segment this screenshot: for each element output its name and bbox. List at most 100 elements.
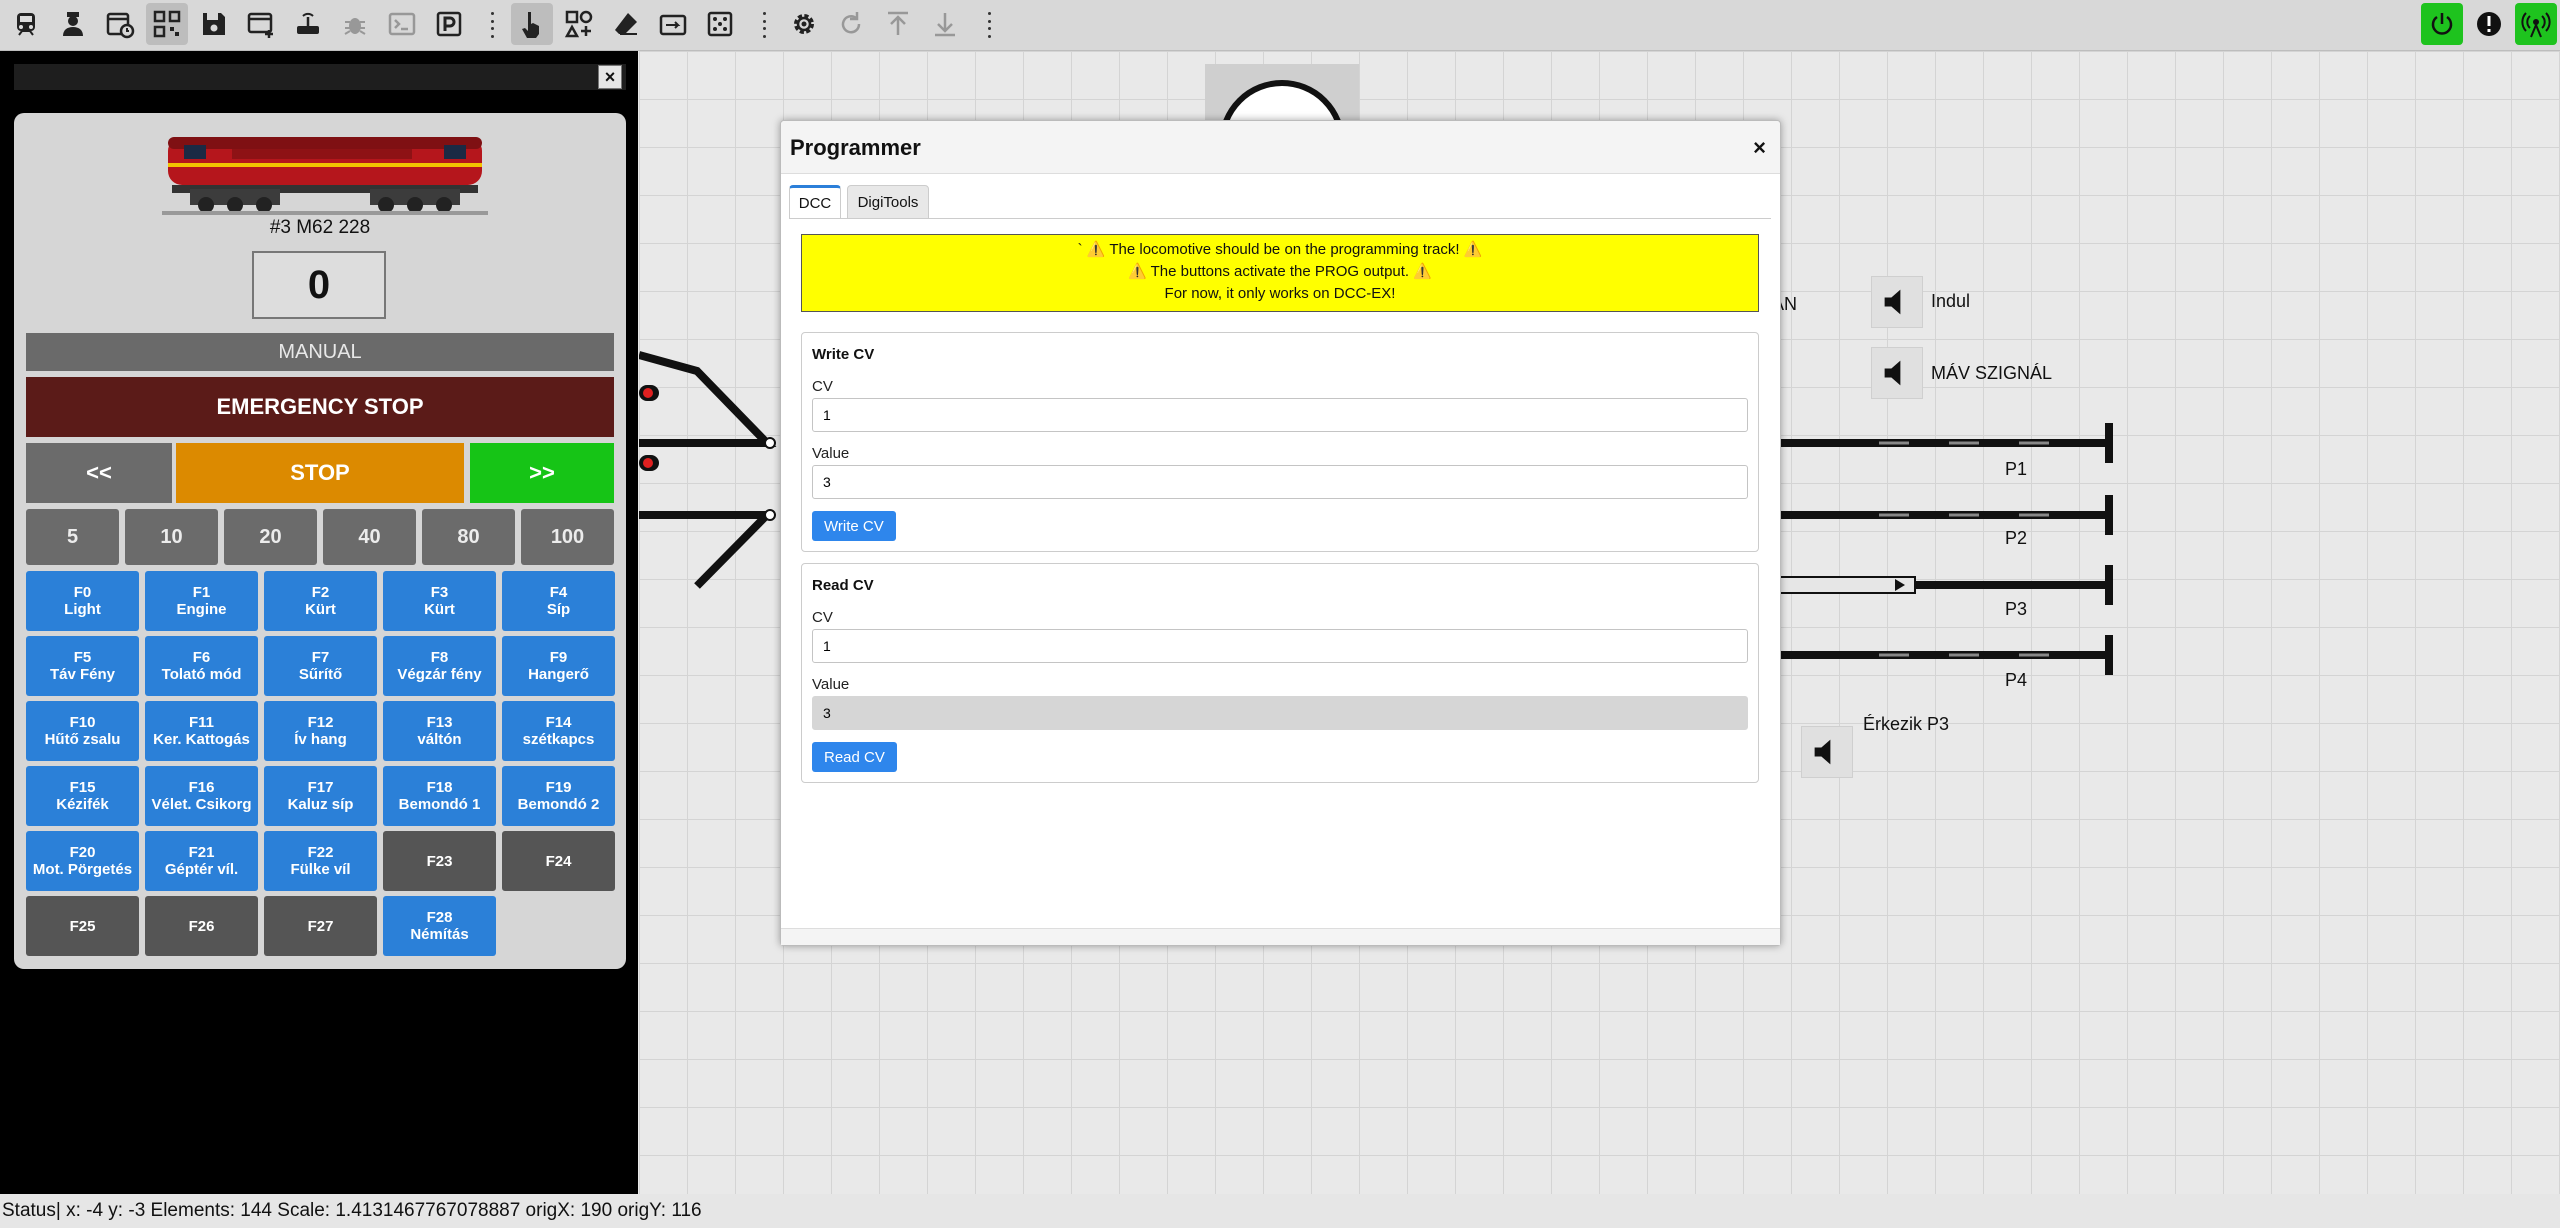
function-label: Kaluz síp [287,796,354,813]
speaker-icon[interactable] [1801,726,1853,778]
function-button-f16[interactable]: F16 Vélet. Csikorg [145,766,258,826]
function-label: Kürt [305,601,336,618]
reverse-button[interactable]: << [26,443,172,503]
speed-step-button[interactable]: 100 [521,509,614,565]
tab-dcc[interactable]: DCC [789,185,841,219]
redo-icon[interactable] [830,3,872,45]
alert-icon[interactable] [2468,3,2510,45]
function-button-f23[interactable]: F23 [383,831,496,891]
tab-digitools[interactable]: DigiTools [847,185,929,219]
function-key: F19 [545,779,572,796]
write-cv-button[interactable]: Write CV [812,511,896,541]
warning-banner: ` ⚠️ The locomotive should be on the pro… [801,234,1759,312]
window-add-icon[interactable] [240,3,282,45]
stop-button[interactable]: STOP [176,443,464,503]
close-icon[interactable]: × [598,65,622,89]
function-label: Hangerő [528,666,589,683]
track-label-p1: P1 [2005,459,2028,479]
router-icon[interactable] [287,3,329,45]
speed-step-button[interactable]: 40 [323,509,416,565]
function-button-f27[interactable]: F27 [264,896,377,956]
function-button-f26[interactable]: F26 [145,896,258,956]
hand-pointer-icon[interactable] [511,3,553,45]
function-key: F3 [430,584,449,601]
function-key: F8 [430,649,449,666]
function-key: F1 [192,584,211,601]
bug-icon[interactable] [334,3,376,45]
write-value-input[interactable] [812,465,1748,499]
function-button-f12[interactable]: F12 Ív hang [264,701,377,761]
function-button-f0[interactable]: F0 Light [26,571,139,631]
speaker-icon[interactable] [1871,347,1923,399]
qr-code-icon[interactable] [146,3,188,45]
function-button-f8[interactable]: F8 Végzár fény [383,636,496,696]
function-button-f7[interactable]: F7 Sűrítő [264,636,377,696]
function-key: F24 [545,852,572,870]
track-label-p3: P3 [2005,599,2028,619]
value-label: Value [812,676,850,693]
calendar-clock-icon[interactable] [99,3,141,45]
write-cv-input[interactable] [812,398,1748,432]
function-button-f19[interactable]: F19 Bemondó 2 [502,766,615,826]
function-button-f22[interactable]: F22 Fülke víl [264,831,377,891]
broadcast-icon[interactable] [2515,3,2557,45]
power-icon[interactable] [2421,3,2463,45]
loco-card: #3 M62 228 0 MANUAL EMERGENCY STOP << ST… [14,113,626,969]
function-button-f3[interactable]: F3 Kürt [383,571,496,631]
function-button-f10[interactable]: F10 Hűtő zsalu [26,701,139,761]
eraser-icon[interactable] [605,3,647,45]
download-icon[interactable] [924,3,966,45]
function-button-f1[interactable]: F1 Engine [145,571,258,631]
terminal-icon[interactable] [381,3,423,45]
write-cv-section: Write CV CV Value Write CV [801,332,1759,552]
route-icon[interactable] [652,3,694,45]
function-key: F22 [307,844,334,861]
function-label: Fülke víl [290,861,351,878]
gear-icon[interactable] [783,3,825,45]
function-label: Mot. Pörgetés [32,861,133,878]
function-button-f24[interactable]: F24 [502,831,615,891]
speed-step-button[interactable]: 10 [125,509,218,565]
parking-icon[interactable] [428,3,470,45]
function-button-f20[interactable]: F20 Mot. Pörgetés [26,831,139,891]
close-icon[interactable]: × [1753,135,1766,161]
read-cv-button[interactable]: Read CV [812,742,897,772]
function-button-f11[interactable]: F11 Ker. Kattogás [145,701,258,761]
value-label: Value [812,445,850,462]
user-icon[interactable] [52,3,94,45]
function-button-f18[interactable]: F18 Bemondó 1 [383,766,496,826]
throttle-panel: × #3 M62 228 0 MANUAL EMERGENCY STOP << … [0,51,638,1194]
function-button-f6[interactable]: F6 Tolató mód [145,636,258,696]
dialog-header: Programmer × [781,121,1780,174]
function-button-f5[interactable]: F5 Táv Fény [26,636,139,696]
function-button-f21[interactable]: F21 Géptér víl. [145,831,258,891]
function-button-f28[interactable]: F28 Némítás [383,896,496,956]
function-button-f9[interactable]: F9 Hangerő [502,636,615,696]
shapes-add-icon[interactable] [558,3,600,45]
function-key: F5 [73,649,92,666]
speed-step-button[interactable]: 20 [224,509,317,565]
save-icon[interactable] [193,3,235,45]
function-button-f2[interactable]: F2 Kürt [264,571,377,631]
function-label: Géptér víl. [164,861,239,878]
function-button-f15[interactable]: F15 Kézifék [26,766,139,826]
manual-mode-button[interactable]: MANUAL [26,333,614,371]
function-label: Engine [176,601,227,618]
function-button-f17[interactable]: F17 Kaluz síp [264,766,377,826]
function-button-f4[interactable]: F4 Síp [502,571,615,631]
function-label: Némítás [410,926,469,943]
dialog-footer [781,928,1780,945]
cv-label: CV [812,609,833,626]
train-icon[interactable] [5,3,47,45]
function-button-f25[interactable]: F25 [26,896,139,956]
speed-step-button[interactable]: 5 [26,509,119,565]
emergency-stop-button[interactable]: EMERGENCY STOP [26,377,614,437]
speed-step-button[interactable]: 80 [422,509,515,565]
forward-button[interactable]: >> [470,443,614,503]
read-cv-input[interactable] [812,629,1748,663]
function-button-f14[interactable]: F14 szétkapcs [502,701,615,761]
map-marker-icon[interactable] [699,3,741,45]
upload-icon[interactable] [877,3,919,45]
function-button-f13[interactable]: F13 váltón [383,701,496,761]
speaker-icon[interactable] [1871,276,1923,328]
